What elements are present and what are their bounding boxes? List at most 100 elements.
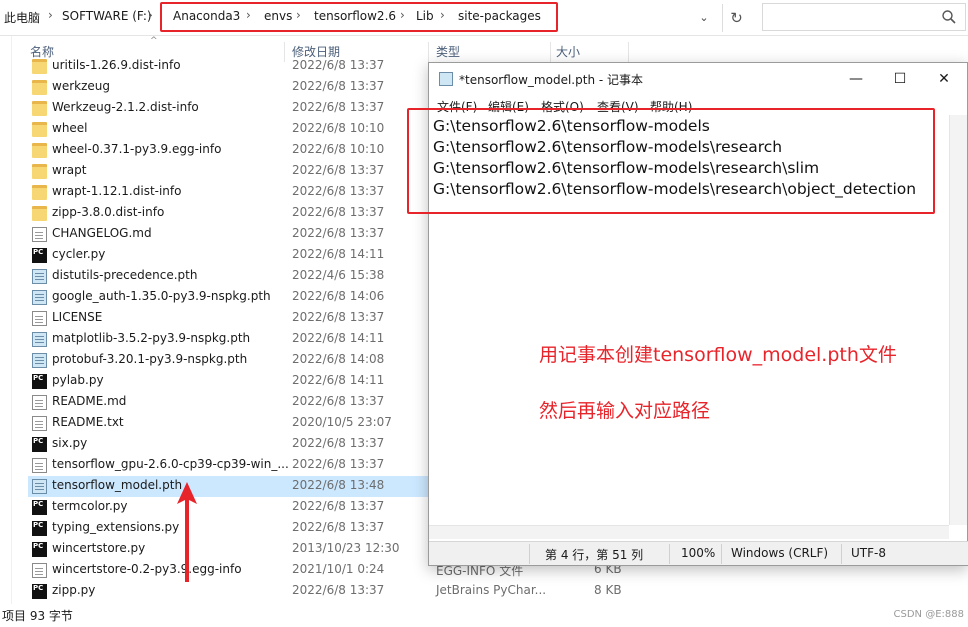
file-date: 2022/6/8 13:37 bbox=[292, 394, 385, 408]
notepad-app-icon bbox=[439, 72, 453, 86]
file-date: 2022/6/8 14:11 bbox=[292, 373, 385, 387]
file-name: README.txt bbox=[52, 415, 124, 429]
folder-icon bbox=[32, 143, 47, 158]
notepad-vertical-scrollbar[interactable] bbox=[949, 115, 967, 525]
notepad-title: *tensorflow_model.pth - 记事本 bbox=[459, 73, 644, 87]
text-line-1: G:\tensorflow2.6\tensorflow-models bbox=[433, 117, 710, 135]
folder-icon bbox=[32, 122, 47, 137]
file-date: 2022/6/8 13:37 bbox=[292, 100, 385, 114]
watermark: CSDN @E:888 bbox=[893, 609, 964, 620]
navigation-pane-edge bbox=[0, 36, 12, 604]
chevron-down-icon[interactable]: ⌄ bbox=[694, 8, 714, 28]
file-icon bbox=[32, 227, 47, 242]
file-name: protobuf-3.20.1-py3.9-nspkg.pth bbox=[52, 352, 248, 366]
file-name: Werkzeug-2.1.2.dist-info bbox=[52, 100, 199, 114]
file-date: 2022/6/8 14:08 bbox=[292, 352, 385, 366]
file-type: JetBrains PyChar... bbox=[436, 583, 547, 597]
status-divider bbox=[669, 544, 670, 564]
file-icon bbox=[32, 563, 47, 578]
file-name: zipp-3.8.0.dist-info bbox=[52, 205, 165, 219]
file-name: wheel bbox=[52, 121, 88, 135]
item-count: 项目 93 字节 bbox=[2, 609, 73, 623]
file-date: 2022/6/8 13:37 bbox=[292, 499, 385, 513]
file-date: 2022/6/8 14:06 bbox=[292, 289, 385, 303]
minimize-button[interactable]: — bbox=[833, 63, 879, 95]
file-icon bbox=[32, 332, 47, 347]
line-endings: Windows (CRLF) bbox=[731, 546, 829, 560]
folder-icon bbox=[32, 206, 47, 221]
file-name: tensorflow_model.pth bbox=[52, 478, 183, 492]
python-file-icon: PC bbox=[32, 542, 47, 557]
status-divider bbox=[841, 544, 842, 564]
search-input[interactable] bbox=[762, 3, 966, 31]
file-date: 2020/10/5 23:07 bbox=[292, 415, 392, 429]
notepad-window[interactable]: *tensorflow_model.pth - 记事本 — ☐ ✕ 文件(F) … bbox=[407, 62, 968, 566]
refresh-icon[interactable]: ↻ bbox=[722, 4, 750, 32]
file-name: wincertstore-0.2-py3.9.egg-info bbox=[52, 562, 242, 576]
red-arrow-annotation bbox=[177, 482, 197, 582]
file-name: CHANGELOG.md bbox=[52, 226, 152, 240]
folder-icon bbox=[32, 59, 47, 74]
file-name: uritils-1.26.9.dist-info bbox=[52, 58, 181, 72]
text-line-2: G:\tensorflow2.6\tensorflow-models\resea… bbox=[433, 138, 783, 156]
file-date: 2022/6/8 13:37 bbox=[292, 310, 385, 324]
path-highlight-box bbox=[160, 2, 558, 32]
notepad-text-area[interactable]: G:\tensorflow2.6\tensorflow-models G:\te… bbox=[407, 108, 949, 525]
file-date: 2013/10/23 12:30 bbox=[292, 541, 400, 555]
file-name: tensorflow_gpu-2.6.0-cp39-cp39-win_... bbox=[52, 457, 289, 471]
file-name: wrapt bbox=[52, 163, 87, 177]
file-name: LICENSE bbox=[52, 310, 103, 324]
breadcrumb-separator: › bbox=[148, 8, 153, 22]
file-date: 2022/6/8 13:37 bbox=[292, 226, 385, 240]
status-divider bbox=[721, 544, 722, 564]
text-line-4: G:\tensorflow2.6\tensorflow-models\resea… bbox=[433, 180, 917, 198]
file-name: cycler.py bbox=[52, 247, 106, 261]
file-name: wheel-0.37.1-py3.9.egg-info bbox=[52, 142, 222, 156]
file-date: 2022/6/8 10:10 bbox=[292, 121, 385, 135]
file-icon bbox=[32, 395, 47, 410]
maximize-button[interactable]: ☐ bbox=[877, 63, 923, 95]
file-name: wrapt-1.12.1.dist-info bbox=[52, 184, 182, 198]
file-name: typing_extensions.py bbox=[52, 520, 180, 534]
sort-caret-icon: ^ bbox=[150, 36, 158, 46]
breadcrumb-drive[interactable]: SOFTWARE (F:) bbox=[62, 9, 152, 23]
file-icon bbox=[32, 353, 47, 368]
breadcrumb-separator: › bbox=[48, 8, 53, 22]
file-icon bbox=[32, 416, 47, 431]
file-row[interactable]: PC zipp.py 2022/6/8 13:37 JetBrains PyChar.… bbox=[28, 581, 968, 602]
status-divider bbox=[529, 544, 530, 564]
file-name: pylab.py bbox=[52, 373, 104, 387]
file-date: 2022/6/8 13:37 bbox=[292, 436, 385, 450]
notepad-status-bar: 第 4 行，第 51 列 100% Windows (CRLF) UTF-8 bbox=[429, 541, 968, 565]
file-date: 2022/6/8 10:10 bbox=[292, 142, 385, 156]
text-line-3: G:\tensorflow2.6\tensorflow-models\resea… bbox=[433, 159, 820, 177]
notepad-title-bar[interactable]: *tensorflow_model.pth - 记事本 — ☐ ✕ bbox=[429, 63, 967, 95]
file-name: six.py bbox=[52, 436, 88, 450]
python-file-icon: PC bbox=[32, 500, 47, 515]
file-date: 2022/6/8 13:37 bbox=[292, 79, 385, 93]
file-icon bbox=[32, 458, 47, 473]
breadcrumb-this-pc[interactable]: 此电脑 bbox=[4, 9, 40, 26]
explorer-status-bar: 项目 93 字节 CSDN @E:888 bbox=[0, 604, 968, 627]
close-button[interactable]: ✕ bbox=[921, 63, 967, 95]
folder-icon bbox=[32, 101, 47, 116]
annotation-create-file: 用记事本创建tensorflow_model.pth文件 bbox=[539, 344, 897, 366]
address-bar[interactable]: 此电脑 › SOFTWARE (F:) › Anaconda3 › envs ›… bbox=[0, 0, 968, 36]
file-name: zipp.py bbox=[52, 583, 96, 597]
folder-icon bbox=[32, 185, 47, 200]
file-name: termcolor.py bbox=[52, 499, 128, 513]
notepad-horizontal-scrollbar[interactable] bbox=[429, 525, 949, 539]
file-date: 2022/6/8 13:37 bbox=[292, 58, 385, 72]
file-icon bbox=[32, 290, 47, 305]
file-date: 2022/6/8 14:11 bbox=[292, 331, 385, 345]
python-file-icon: PC bbox=[32, 437, 47, 452]
file-icon bbox=[32, 311, 47, 326]
file-date: 2022/6/8 13:37 bbox=[292, 457, 385, 471]
file-name: README.md bbox=[52, 394, 127, 408]
file-date: 2022/6/8 13:37 bbox=[292, 163, 385, 177]
python-file-icon: PC bbox=[32, 521, 47, 536]
python-file-icon: PC bbox=[32, 374, 47, 389]
zoom-level: 100% bbox=[681, 546, 716, 560]
file-date: 2022/6/8 13:37 bbox=[292, 583, 385, 597]
search-icon bbox=[942, 10, 956, 24]
